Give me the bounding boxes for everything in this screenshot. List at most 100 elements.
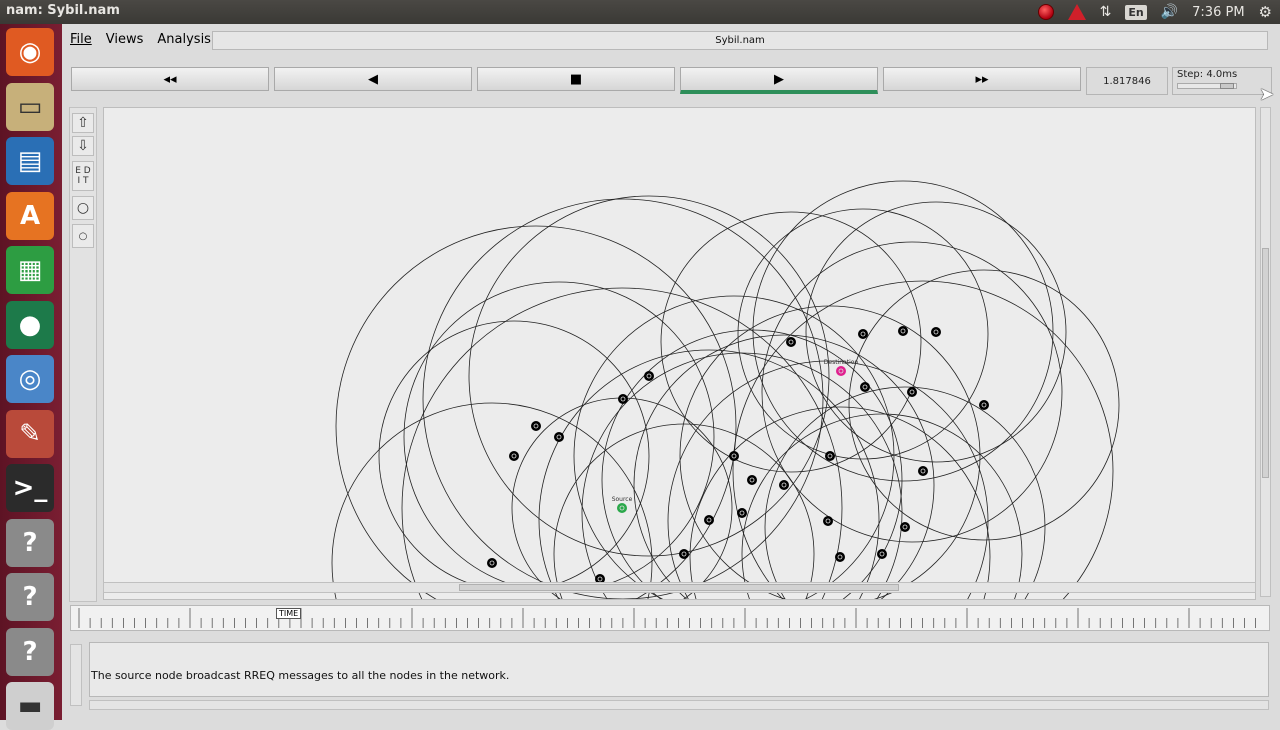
timeline-slider[interactable]: TIME bbox=[70, 605, 1270, 631]
transmission-range-circle bbox=[401, 287, 843, 599]
launcher-glyph: ? bbox=[22, 582, 38, 612]
current-time: 1.817846 bbox=[1086, 67, 1168, 95]
step-slider-knob[interactable] bbox=[1220, 83, 1234, 89]
zoom-in-button[interactable]: ⇧ bbox=[72, 113, 94, 133]
stop-button[interactable]: ■ bbox=[477, 67, 675, 91]
launcher-glyph: ◉ bbox=[18, 37, 42, 67]
transmission-range-circle bbox=[732, 280, 1114, 599]
launcher-unknown-app-1-icon[interactable]: ? bbox=[6, 518, 54, 567]
launcher-software-center-icon[interactable]: A bbox=[6, 191, 54, 240]
canvas-vertical-scrollbar[interactable] bbox=[1260, 107, 1271, 597]
launcher-camera-app-icon[interactable]: ● bbox=[6, 300, 54, 349]
scroll-thumb[interactable] bbox=[1262, 248, 1269, 478]
launcher-glyph: ▭ bbox=[17, 91, 43, 122]
launcher-glyph: ◎ bbox=[18, 364, 42, 394]
launcher-system-settings-icon[interactable]: ✎ bbox=[6, 409, 54, 458]
annotation-text: The source node broadcast RREQ messages … bbox=[91, 669, 510, 682]
network-node[interactable] bbox=[979, 400, 989, 410]
destination-node[interactable] bbox=[836, 366, 846, 376]
transmission-range-circle bbox=[764, 386, 1046, 599]
menu-bar: File Views Analysis bbox=[70, 30, 211, 52]
keyboard-indicator[interactable]: En bbox=[1125, 4, 1147, 20]
network-node[interactable] bbox=[900, 522, 910, 532]
annotation-vertical-scrollbar[interactable] bbox=[70, 644, 82, 706]
network-node[interactable] bbox=[877, 549, 887, 559]
circle-large-button[interactable]: ○ bbox=[72, 196, 94, 220]
network-node[interactable] bbox=[835, 552, 845, 562]
mouse-cursor-icon: ➤ bbox=[1259, 84, 1275, 105]
play-button[interactable]: ▶ bbox=[680, 67, 878, 94]
transmission-range-circle bbox=[601, 329, 903, 599]
network-node[interactable] bbox=[779, 480, 789, 490]
launcher-glyph: ✎ bbox=[19, 418, 41, 449]
launcher-terminal-icon[interactable]: >_ bbox=[6, 464, 54, 512]
network-node[interactable] bbox=[644, 371, 654, 381]
fast-forward-button[interactable]: ▸▸ bbox=[883, 67, 1081, 91]
network-node[interactable] bbox=[918, 466, 928, 476]
network-node[interactable] bbox=[679, 549, 689, 559]
network-node[interactable] bbox=[825, 451, 835, 461]
step-control: Step: 4.0ms bbox=[1172, 67, 1272, 95]
network-icon[interactable]: ⇅ bbox=[1100, 4, 1112, 20]
network-node[interactable] bbox=[509, 451, 519, 461]
network-node[interactable] bbox=[531, 421, 541, 431]
canvas-horizontal-scrollbar[interactable] bbox=[103, 582, 1256, 593]
step-label: Step: 4.0ms bbox=[1177, 69, 1238, 80]
circle-small-button[interactable]: ○ bbox=[72, 224, 94, 248]
nam-window: File Views Analysis Sybil.nam ◂◂ ◀ ■ ▶ ▸… bbox=[62, 24, 1280, 720]
launcher-ubuntu-dash-icon[interactable]: ◉ bbox=[6, 28, 54, 76]
file-title: Sybil.nam bbox=[212, 31, 1268, 50]
launcher-unknown-app-2-icon[interactable]: ? bbox=[6, 573, 54, 621]
network-node[interactable] bbox=[907, 387, 917, 397]
network-node[interactable] bbox=[858, 329, 868, 339]
scroll-thumb[interactable] bbox=[459, 584, 899, 591]
network-node[interactable] bbox=[618, 394, 628, 404]
network-node[interactable] bbox=[704, 515, 714, 525]
network-topology: Destination Source bbox=[331, 180, 1120, 599]
node-label: Source bbox=[612, 496, 633, 503]
launcher-glyph: A bbox=[19, 200, 41, 231]
launcher-libreoffice-writer-icon[interactable]: ▤ bbox=[6, 137, 54, 185]
network-node[interactable] bbox=[747, 475, 757, 485]
volume-icon[interactable]: 🔊 bbox=[1161, 4, 1178, 20]
system-tray: ⇅ En 🔊 7:36 PM ⚙ bbox=[1037, 0, 1280, 24]
launcher-glyph: ● bbox=[18, 309, 42, 340]
step-back-button[interactable]: ◀ bbox=[274, 67, 472, 91]
launcher-glyph: ▦ bbox=[17, 255, 43, 285]
node-label: Destination bbox=[824, 359, 859, 366]
transmission-range-circle bbox=[689, 406, 991, 599]
network-node[interactable] bbox=[860, 382, 870, 392]
source-node[interactable] bbox=[617, 503, 627, 513]
rewind-button[interactable]: ◂◂ bbox=[71, 67, 269, 91]
menu-file[interactable]: File bbox=[70, 30, 92, 52]
annotation-horizontal-scrollbar[interactable] bbox=[89, 700, 1269, 710]
zoom-out-button[interactable]: ⇩ bbox=[72, 136, 94, 156]
menu-analysis[interactable]: Analysis bbox=[157, 30, 211, 52]
gear-icon[interactable]: ⚙ bbox=[1259, 3, 1272, 21]
launcher-files-icon[interactable]: ▭ bbox=[6, 82, 54, 131]
transmission-range-circle bbox=[633, 334, 935, 599]
launcher-glyph: ? bbox=[22, 527, 38, 558]
launcher-libreoffice-calc-icon[interactable]: ▦ bbox=[6, 246, 54, 294]
network-node[interactable] bbox=[786, 337, 796, 347]
timeline-ticks bbox=[78, 608, 1256, 628]
network-node[interactable] bbox=[487, 558, 497, 568]
network-node[interactable] bbox=[931, 327, 941, 337]
edit-button[interactable]: E D I T bbox=[72, 161, 94, 191]
network-node[interactable] bbox=[898, 326, 908, 336]
launcher-unknown-app-3-icon[interactable]: ? bbox=[6, 627, 54, 676]
step-slider[interactable] bbox=[1177, 83, 1237, 89]
network-node[interactable] bbox=[729, 451, 739, 461]
network-node[interactable] bbox=[554, 432, 564, 442]
clock[interactable]: 7:36 PM bbox=[1192, 5, 1244, 20]
launcher-glyph: ? bbox=[22, 636, 38, 667]
network-node[interactable] bbox=[737, 508, 747, 518]
launcher-chromium-icon[interactable]: ◎ bbox=[6, 355, 54, 403]
warning-icon[interactable] bbox=[1067, 4, 1086, 20]
record-icon[interactable] bbox=[1037, 4, 1054, 20]
launcher-printer-icon[interactable]: ▬ bbox=[6, 682, 54, 730]
menu-views[interactable]: Views bbox=[106, 30, 144, 52]
timeline-label[interactable]: TIME bbox=[276, 608, 302, 619]
network-canvas[interactable]: Destination Source bbox=[103, 107, 1256, 600]
network-node[interactable] bbox=[823, 516, 833, 526]
